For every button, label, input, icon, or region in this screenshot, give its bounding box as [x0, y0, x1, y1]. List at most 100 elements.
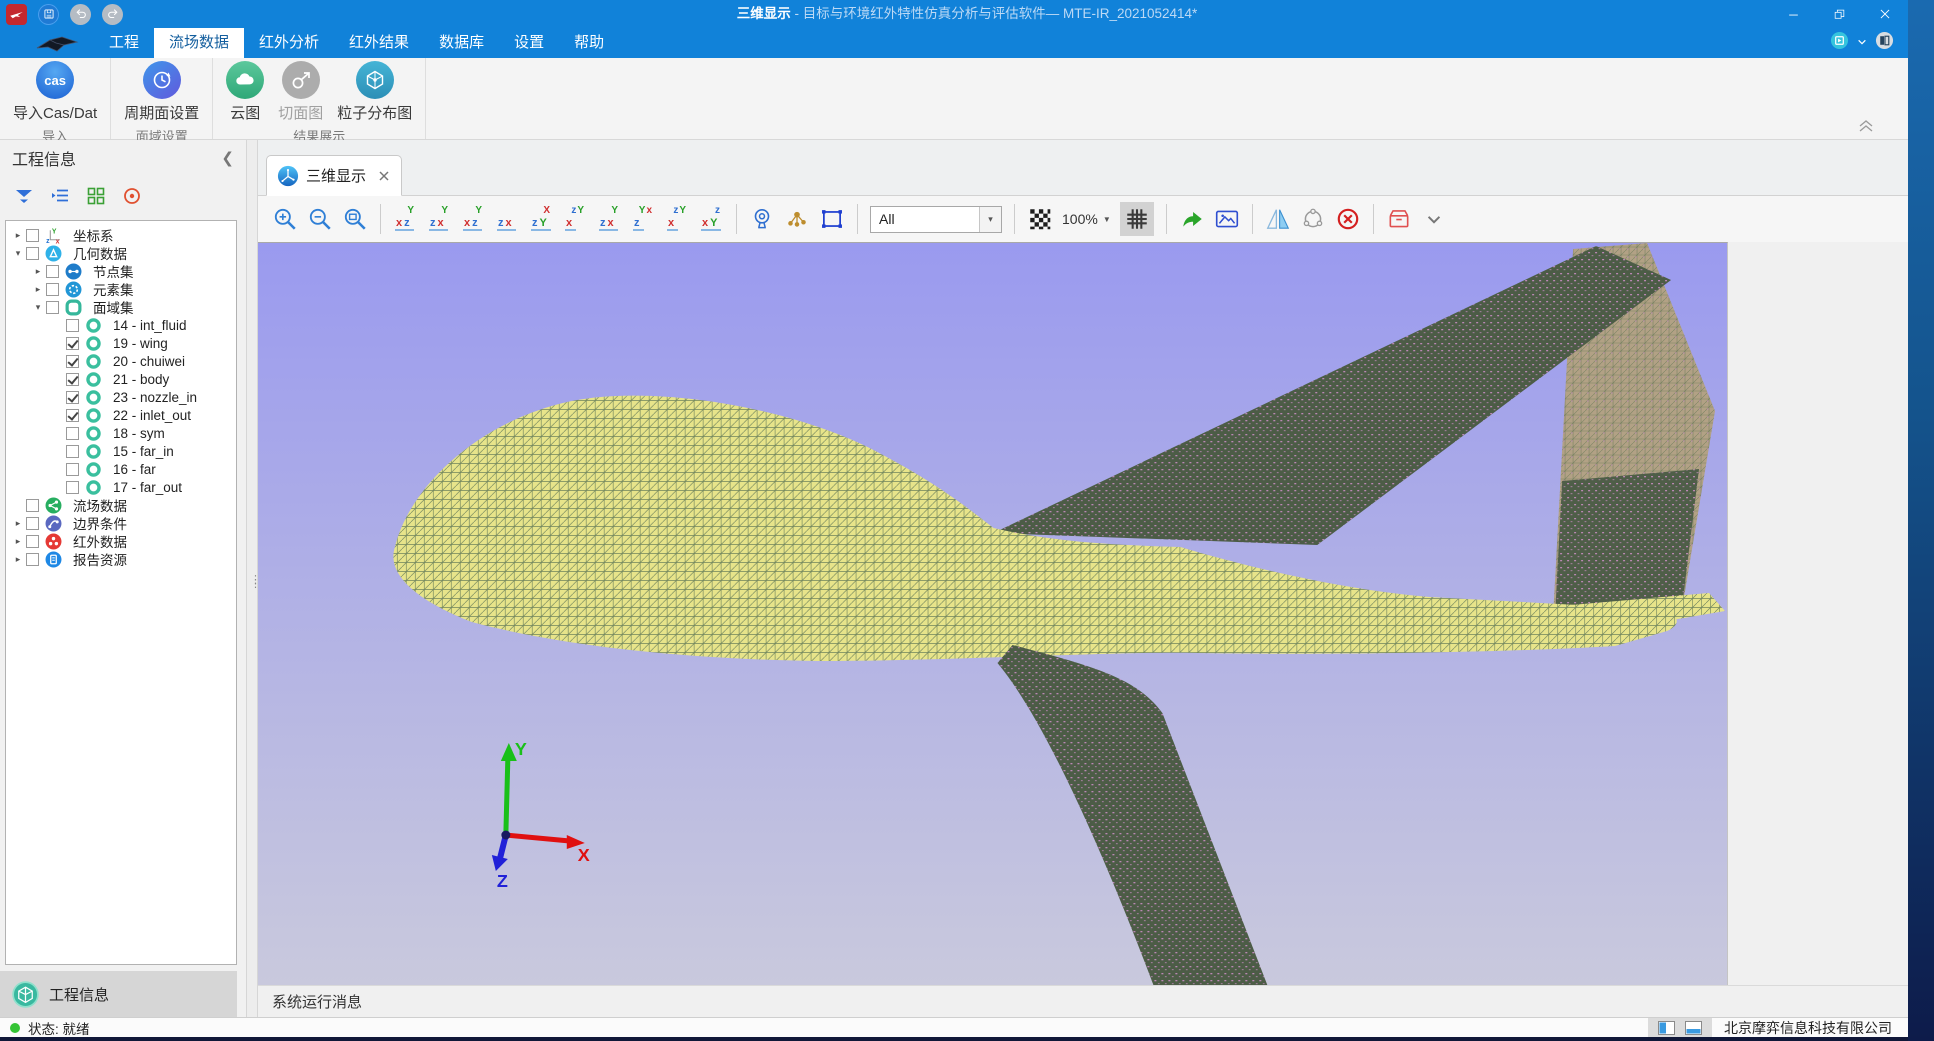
archive-caret-icon[interactable]: [1421, 206, 1447, 232]
scene-nodes-icon[interactable]: [784, 206, 810, 232]
expand-arrow-icon[interactable]: ▸: [11, 518, 25, 529]
app-logo-button[interactable]: [6, 4, 27, 25]
expand-arrow-icon[interactable]: ▸: [31, 266, 45, 277]
tree-item[interactable]: ▸红外数据: [6, 532, 236, 550]
tree-item[interactable]: ▾几何数据: [6, 244, 236, 262]
camera-icon[interactable]: [749, 206, 775, 232]
opacity-checker-icon[interactable]: [1027, 206, 1053, 232]
panel-splitter[interactable]: ⋮⋮: [246, 140, 258, 1017]
snapshot-icon[interactable]: [1214, 206, 1240, 232]
tree-checkbox[interactable]: [66, 409, 79, 422]
zoom-out-icon[interactable]: [307, 206, 333, 232]
window-layout-icon[interactable]: [1875, 31, 1894, 55]
expand-arrow-icon[interactable]: ▸: [31, 284, 45, 295]
tree-checkbox[interactable]: [26, 553, 39, 566]
tree-item[interactable]: 16 - far: [6, 460, 236, 478]
tab-3d-display[interactable]: 三维显示: [266, 155, 402, 196]
expand-arrow-icon[interactable]: ▾: [31, 302, 45, 313]
tree-item[interactable]: ▸报告资源: [6, 550, 236, 568]
ribbon-button-2-2[interactable]: 粒子分布图: [330, 58, 419, 123]
grid-view-icon[interactable]: [1830, 31, 1849, 55]
viewport-3d[interactable]: YXZ: [258, 242, 1728, 985]
filter-icon[interactable]: [14, 186, 34, 206]
collapse-panel-icon[interactable]: ❮: [221, 149, 234, 167]
panel-bottom-icon[interactable]: [1685, 1021, 1702, 1035]
minimize-button[interactable]: [1770, 0, 1816, 28]
delete-icon[interactable]: [1335, 206, 1361, 232]
tree-checkbox[interactable]: [26, 499, 39, 512]
panel-left-icon[interactable]: [1658, 1021, 1675, 1035]
tree-item[interactable]: ▾面域集: [6, 298, 236, 316]
tree-item[interactable]: 17 - far_out: [6, 478, 236, 496]
caret-down-icon[interactable]: [1857, 34, 1867, 52]
view-right-icon[interactable]: zx: [495, 204, 520, 234]
view-iso4-icon[interactable]: zxY: [699, 204, 724, 234]
close-button[interactable]: [1862, 0, 1908, 28]
redo-button[interactable]: [102, 4, 123, 25]
view-top-icon[interactable]: XzY: [529, 204, 554, 234]
zoom-in-icon[interactable]: [272, 206, 298, 232]
tree-checkbox[interactable]: [66, 391, 79, 404]
tree-checkbox[interactable]: [46, 265, 59, 278]
view-iso2-icon[interactable]: Yxz: [631, 204, 656, 234]
view-iso3-icon[interactable]: zYx: [665, 204, 690, 234]
expand-arrow-icon[interactable]: ▸: [11, 536, 25, 547]
maximize-button[interactable]: [1816, 0, 1862, 28]
tree-item[interactable]: 15 - far_in: [6, 442, 236, 460]
collapse-ribbon-icon[interactable]: [1856, 117, 1876, 133]
tree-checkbox[interactable]: [46, 301, 59, 314]
display-filter-select[interactable]: All▾: [870, 206, 1002, 233]
archive-box-icon[interactable]: [1386, 206, 1412, 232]
menu-item-5[interactable]: 设置: [499, 28, 559, 58]
expand-arrow-icon[interactable]: ▸: [11, 554, 25, 565]
tree-checkbox[interactable]: [66, 481, 79, 494]
menu-item-4[interactable]: 数据库: [424, 28, 499, 58]
tree-item[interactable]: ▸Yzx坐标系: [6, 226, 236, 244]
tree-item[interactable]: ▸元素集: [6, 280, 236, 298]
tree-checkbox[interactable]: [66, 463, 79, 476]
view-front-icon[interactable]: Yxz: [393, 204, 418, 234]
menu-item-2[interactable]: 红外分析: [244, 28, 334, 58]
tree-checkbox[interactable]: [66, 319, 79, 332]
tree-item[interactable]: 18 - sym: [6, 424, 236, 442]
tree-item[interactable]: ▸节点集: [6, 262, 236, 280]
list-view-icon[interactable]: [50, 186, 70, 206]
select-box-icon[interactable]: [819, 206, 845, 232]
tree-checkbox[interactable]: [66, 427, 79, 440]
undo-button[interactable]: [70, 4, 91, 25]
project-info-tab[interactable]: 工程信息: [0, 971, 237, 1017]
tree-checkbox[interactable]: [66, 445, 79, 458]
tree-checkbox[interactable]: [66, 373, 79, 386]
caret-down-icon[interactable]: ▾: [979, 207, 1001, 232]
export-arrow-icon[interactable]: [1179, 206, 1205, 232]
ribbon-button-0-0[interactable]: cas导入Cas/Dat: [6, 58, 104, 123]
tree-item[interactable]: 23 - nozzle_in: [6, 388, 236, 406]
tree-item[interactable]: 22 - inlet_out: [6, 406, 236, 424]
tree-item[interactable]: 19 - wing: [6, 334, 236, 352]
tree-item[interactable]: 流场数据: [6, 496, 236, 514]
view-back-icon[interactable]: Yzx: [427, 204, 452, 234]
expand-arrow-icon[interactable]: ▸: [11, 230, 25, 241]
tree-checkbox[interactable]: [66, 355, 79, 368]
expand-arrow-icon[interactable]: ▾: [11, 248, 25, 259]
menu-item-1[interactable]: 流场数据: [154, 28, 244, 58]
menu-item-0[interactable]: 工程: [94, 28, 154, 58]
menu-item-6[interactable]: 帮助: [559, 28, 619, 58]
tree-checkbox[interactable]: [26, 535, 39, 548]
circle-nodes-icon[interactable]: [1300, 206, 1326, 232]
tree-item[interactable]: 14 - int_fluid: [6, 316, 236, 334]
close-tab-icon[interactable]: [377, 169, 391, 183]
save-button[interactable]: [38, 4, 59, 25]
tree-checkbox[interactable]: [26, 247, 39, 260]
tree-item[interactable]: ▸边界条件: [6, 514, 236, 532]
tree-checkbox[interactable]: [26, 517, 39, 530]
mirror-icon[interactable]: [1265, 206, 1291, 232]
tree-item[interactable]: 20 - chuiwei: [6, 352, 236, 370]
tree-checkbox[interactable]: [26, 229, 39, 242]
zoom-fit-icon[interactable]: [342, 206, 368, 232]
target-icon[interactable]: [122, 186, 142, 206]
menu-item-3[interactable]: 红外结果: [334, 28, 424, 58]
ribbon-button-2-0[interactable]: 云图: [219, 58, 271, 123]
view-iso1-icon[interactable]: Yzx: [597, 204, 622, 234]
view-bottom-icon[interactable]: zYx: [563, 204, 588, 234]
